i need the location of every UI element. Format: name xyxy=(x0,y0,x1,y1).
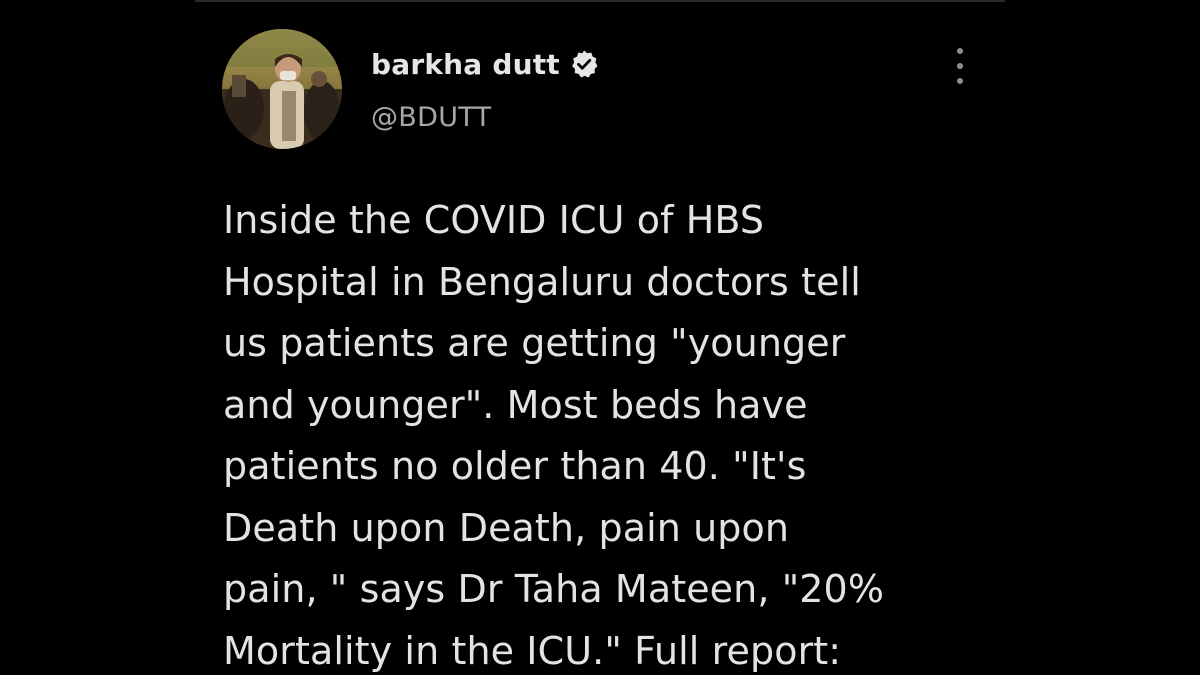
tweet-text-line: Mortality in the ICU." Full report: xyxy=(223,628,842,673)
tweet-text-line: patients no older than 40. "It's xyxy=(223,444,807,488)
tweet-text-line: and younger". Most beds have xyxy=(223,382,808,427)
author-handle[interactable]: @BDUTT xyxy=(371,102,491,133)
verified-badge-icon xyxy=(569,49,599,79)
tweet-text-line: us patients are getting "younger xyxy=(223,321,846,365)
tweet-text: Inside the COVID ICU of HBS Hospital in … xyxy=(223,190,983,675)
more-options-button[interactable] xyxy=(952,48,968,84)
author-name-row: barkha dutt xyxy=(371,44,599,84)
tweet-text-line: pain, " says Dr Taha Mateen, "20% xyxy=(223,567,885,611)
tweet-card: barkha dutt @BDUTT Inside the COVID ICU … xyxy=(196,2,1004,675)
tweet-text-line: Death upon Death, pain upon xyxy=(223,505,790,550)
profile-photo-icon xyxy=(222,29,342,149)
tweet-text-line: Inside the COVID ICU of HBS xyxy=(223,198,765,242)
tweet-text-line: Hospital in Bengaluru doctors tell xyxy=(223,259,861,304)
display-name[interactable]: barkha dutt xyxy=(371,48,560,81)
more-vertical-icon-dot xyxy=(957,78,963,84)
avatar[interactable] xyxy=(222,29,342,149)
more-vertical-icon-dot xyxy=(957,63,963,69)
more-vertical-icon xyxy=(957,48,963,54)
